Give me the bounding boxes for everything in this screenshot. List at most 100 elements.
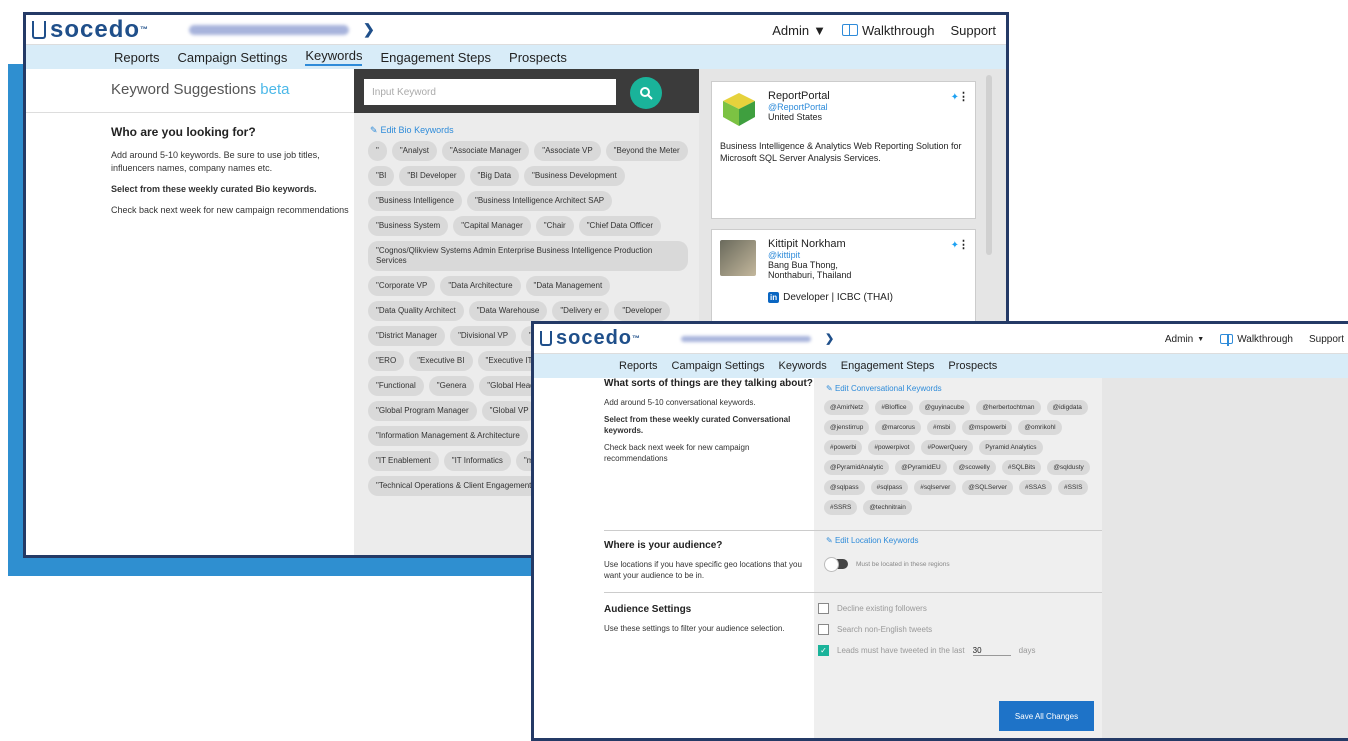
tab-engagement-steps[interactable]: Engagement Steps <box>841 360 935 372</box>
socedo-logo[interactable]: socedo ™ <box>540 327 641 350</box>
campaign-dropdown-chevron-icon[interactable]: ❯ <box>825 332 834 345</box>
keyword-chip[interactable]: @herbertochtman <box>976 400 1041 415</box>
keyword-chip[interactable]: @jenstirrup <box>824 420 870 435</box>
leads-tweeted-checkbox[interactable]: ✓ <box>818 645 829 656</box>
keyword-chip[interactable]: #sqlserver <box>914 480 957 495</box>
keyword-chip[interactable]: @SQLServer <box>962 480 1014 495</box>
keyword-chip[interactable]: @mspowerbi <box>962 420 1013 435</box>
edit-location-keywords-link[interactable]: ✎ Edit Location Keywords <box>826 536 950 545</box>
keyword-chip[interactable]: #msbi <box>927 420 957 435</box>
keyword-chip[interactable]: #SSRS <box>824 500 858 515</box>
tab-engagement-steps[interactable]: Engagement Steps <box>380 50 491 65</box>
keyword-chip[interactable]: "Analyst <box>391 141 437 161</box>
keyword-chip[interactable]: "Data Architecture <box>440 276 521 296</box>
tab-prospects[interactable]: Prospects <box>948 360 997 372</box>
decline-followers-checkbox[interactable] <box>818 603 829 614</box>
keyword-chip[interactable]: "Developer <box>614 301 670 321</box>
profile-card[interactable]: ✦ ⋮ ReportPortal @ReportPortal United St… <box>711 81 976 219</box>
support-link[interactable]: Support <box>950 23 996 38</box>
keyword-chip[interactable]: @sqldusty <box>1047 460 1090 475</box>
edit-conversational-keywords-link[interactable]: ✎ Edit Conversational Keywords <box>814 378 1102 396</box>
keyword-chip[interactable]: "Business Intelligence <box>368 191 462 211</box>
keyword-chip[interactable]: "Divisional VP <box>450 326 517 346</box>
keyword-chip[interactable]: "Data Management <box>525 276 611 296</box>
more-options-icon[interactable]: ⋮ <box>958 90 969 103</box>
tab-reports[interactable]: Reports <box>619 360 658 372</box>
edit-bio-keywords-link[interactable]: ✎ Edit Bio Keywords <box>354 113 699 137</box>
keyword-chip[interactable]: #SSIS <box>1058 480 1089 495</box>
keyword-chip[interactable]: @AmirNetz <box>824 400 870 415</box>
keyword-input[interactable] <box>364 79 616 105</box>
keyword-chip[interactable]: "Big Data <box>469 166 520 186</box>
more-options-icon[interactable]: ⋮ <box>958 238 969 251</box>
keyword-chip[interactable]: "BI Developer <box>399 166 465 186</box>
keyword-chip[interactable]: @PyramidEU <box>895 460 947 475</box>
keyword-chip[interactable]: "Global Program Manager <box>368 401 477 421</box>
keyword-chip[interactable]: "IT Enablement <box>368 451 439 471</box>
keyword-chip[interactable]: "Global VP <box>481 401 537 421</box>
keyword-chip[interactable]: "Capital Manager <box>453 216 531 236</box>
keyword-chip[interactable]: #SQLBits <box>1001 460 1042 475</box>
keyword-chip[interactable]: "Chair <box>535 216 574 236</box>
keyword-chip[interactable]: "Data Warehouse <box>468 301 548 321</box>
search-button[interactable] <box>630 77 662 109</box>
walkthrough-link[interactable]: Walkthrough <box>1220 334 1293 346</box>
keyword-chip[interactable]: @scowelly <box>952 460 996 475</box>
keyword-chip[interactable]: Pyramid Analytics <box>979 440 1043 455</box>
keyword-chip[interactable]: #PowerQuery <box>921 440 974 455</box>
campaign-dropdown-chevron-icon[interactable]: ❯ <box>363 21 375 38</box>
keyword-chip[interactable]: "Functional <box>368 376 424 396</box>
keyword-chip[interactable]: "Business Intelligence Architect SAP <box>467 191 613 211</box>
keyword-chip[interactable]: "Chief Data Officer <box>578 216 661 236</box>
keyword-chip[interactable]: "ERO <box>368 351 405 371</box>
keyword-chip[interactable]: "Genera <box>428 376 475 396</box>
admin-menu[interactable]: Admin ▼ <box>772 23 826 38</box>
profile-card[interactable]: ✦ ⋮ Kittipit Norkham @kittipit Bang Bua … <box>711 229 976 329</box>
keyword-chip[interactable]: "Associate VP <box>534 141 601 161</box>
profile-handle[interactable]: @ReportPortal <box>768 102 967 112</box>
keyword-chip[interactable]: #powerpivot <box>868 440 916 455</box>
non-english-checkbox[interactable] <box>818 624 829 635</box>
keyword-chip[interactable]: "Delivery er <box>552 301 610 321</box>
keyword-chip[interactable]: #BIoffice <box>875 400 913 415</box>
tab-prospects[interactable]: Prospects <box>509 50 567 65</box>
days-input[interactable] <box>972 645 1011 656</box>
socedo-logo[interactable]: socedo ™ <box>32 16 149 44</box>
keyword-chip[interactable]: "District Manager <box>368 326 446 346</box>
keyword-chip[interactable]: "Beyond the Meter <box>605 141 688 161</box>
keyword-chip[interactable]: @guyinacube <box>918 400 971 415</box>
keyword-chip[interactable]: @technitrain <box>863 500 912 515</box>
tab-keywords[interactable]: Keywords <box>305 48 363 66</box>
keyword-chip[interactable]: " <box>368 141 387 161</box>
keyword-chip[interactable]: "Associate Manager <box>441 141 530 161</box>
keyword-chip[interactable]: "Business System <box>368 216 449 236</box>
keyword-chip[interactable]: @marcorus <box>875 420 922 435</box>
profile-handle[interactable]: @kittipit <box>768 250 967 260</box>
keyword-chip[interactable]: @omrikohl <box>1018 420 1062 435</box>
keyword-chip[interactable]: "Cognos/Qlikview Systems Admin Enterpris… <box>368 241 688 271</box>
keyword-chip[interactable]: "IT Informatics <box>443 451 511 471</box>
tab-campaign-settings[interactable]: Campaign Settings <box>672 360 765 372</box>
keyword-chip[interactable]: @idigdata <box>1046 400 1088 415</box>
location-toggle[interactable] <box>824 557 848 572</box>
save-all-changes-button[interactable]: Save All Changes <box>999 701 1094 731</box>
keyword-chip[interactable]: #powerbi <box>824 440 863 455</box>
tab-keywords[interactable]: Keywords <box>778 360 826 372</box>
tab-reports[interactable]: Reports <box>114 50 160 65</box>
support-link[interactable]: Support <box>1309 334 1344 345</box>
keyword-chip[interactable]: "Technical Operations & Client Engagemen… <box>368 476 540 496</box>
walkthrough-link[interactable]: Walkthrough <box>841 23 934 38</box>
keyword-chip[interactable]: "Information Management & Architecture <box>368 426 528 446</box>
admin-menu[interactable]: Admin ▼ <box>1165 334 1204 345</box>
keyword-chip[interactable]: "Corporate VP <box>368 276 436 296</box>
keyword-chip[interactable]: "Executive BI <box>409 351 473 371</box>
keyword-chip[interactable]: #SSAS <box>1019 480 1052 495</box>
keyword-chip[interactable]: #sqlpass <box>870 480 909 495</box>
keyword-chip[interactable]: @PyramidAnalytic <box>824 460 890 475</box>
scrollbar[interactable] <box>986 75 992 255</box>
tab-campaign-settings[interactable]: Campaign Settings <box>178 50 288 65</box>
keyword-chip[interactable]: "Business Development <box>524 166 625 186</box>
keyword-chip[interactable]: "Data Quality Architect <box>368 301 464 321</box>
keyword-chip[interactable]: @sqlpass <box>824 480 865 495</box>
keyword-chip[interactable]: "BI <box>368 166 395 186</box>
